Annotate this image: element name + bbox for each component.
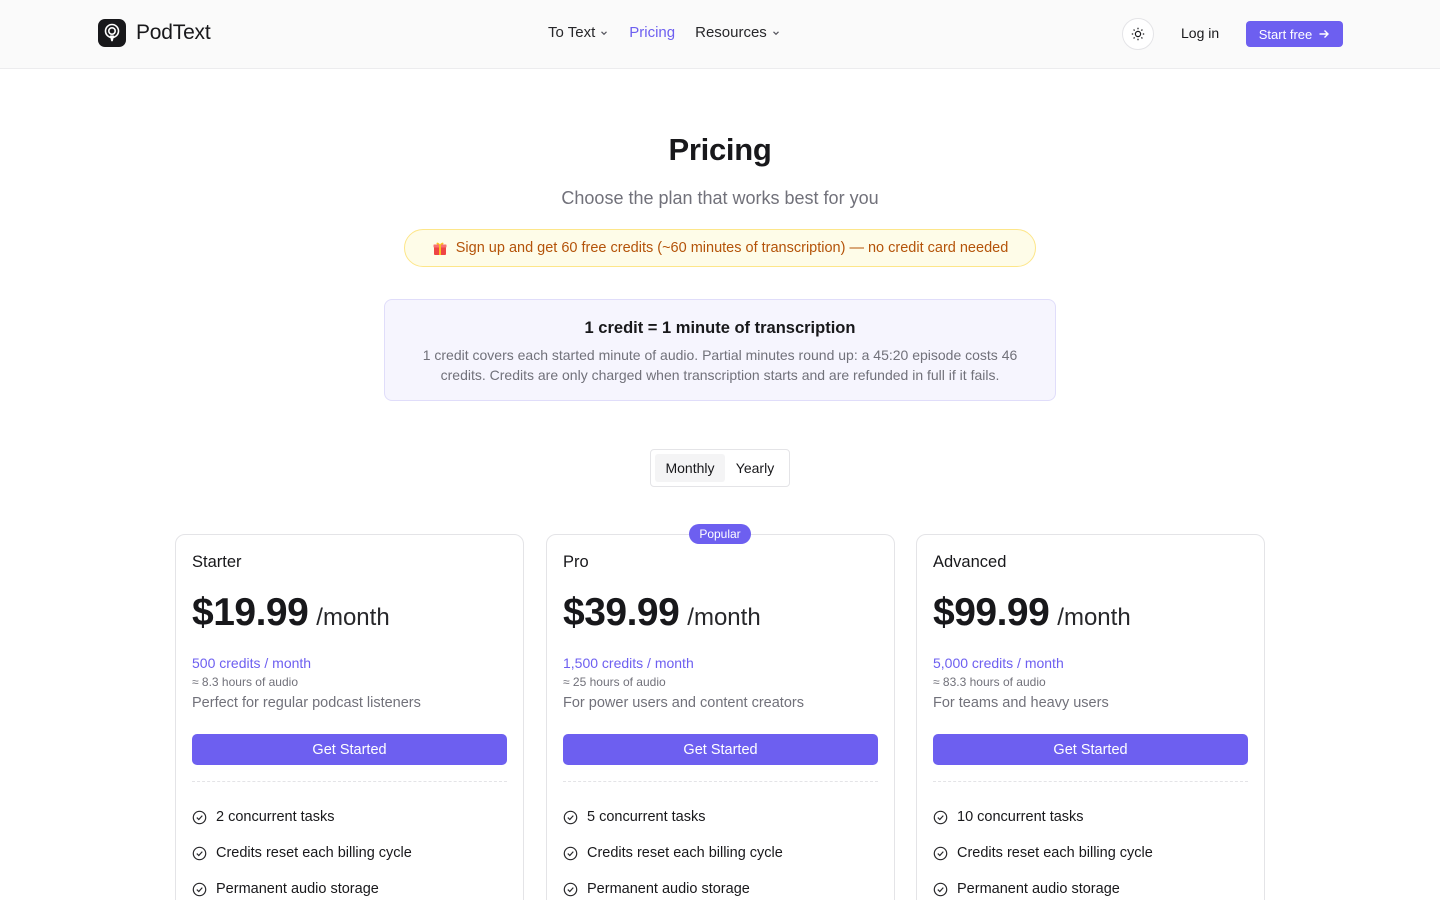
plan-price-row: $99.99 /month <box>933 591 1131 635</box>
feature-item: 2 concurrent tasks <box>192 799 507 835</box>
plan-description: Perfect for regular podcast listeners <box>192 695 421 711</box>
feature-text: Permanent audio storage <box>587 881 750 897</box>
brand-name: PodText <box>136 21 211 44</box>
feature-list: 5 concurrent tasks Credits reset each bi… <box>563 799 878 900</box>
feature-item: Permanent audio storage <box>563 871 878 900</box>
plan-period: /month <box>316 604 390 631</box>
plan-name: Starter <box>192 553 242 571</box>
arrow-right-icon <box>1319 30 1330 38</box>
check-circle-icon <box>933 882 948 897</box>
plan-credits: 1,500 credits / month <box>563 655 694 671</box>
page-subtitle: Choose the plan that works best for you <box>561 188 879 208</box>
feature-item: 5 concurrent tasks <box>563 799 878 835</box>
divider <box>933 781 1248 782</box>
plan-period: /month <box>687 604 761 631</box>
login-link[interactable]: Log in <box>1181 25 1219 41</box>
check-circle-icon <box>933 810 948 825</box>
feature-list: 2 concurrent tasks Credits reset each bi… <box>192 799 507 900</box>
site-header: PodText To Text Pricing Resources Log in… <box>0 0 1440 69</box>
feature-item: Credits reset each billing cycle <box>563 835 878 871</box>
feature-text: Credits reset each billing cycle <box>587 845 783 861</box>
get-started-button[interactable]: Get Started <box>933 734 1248 765</box>
plan-card-advanced: Advanced $99.99 /month 5,000 credits / m… <box>916 534 1265 900</box>
plan-card-starter: Starter $19.99 /month 500 credits / mont… <box>175 534 524 900</box>
popular-badge: Popular <box>689 524 751 544</box>
feature-text: Credits reset each billing cycle <box>957 845 1153 861</box>
feature-item: 10 concurrent tasks <box>933 799 1248 835</box>
nav-label: To Text <box>548 24 596 41</box>
check-circle-icon <box>192 882 207 897</box>
plan-price: $39.99 <box>563 591 680 634</box>
nav-item-to-text[interactable]: To Text <box>548 24 609 41</box>
plan-credits: 500 credits / month <box>192 655 312 671</box>
plan-price: $19.99 <box>192 591 309 634</box>
free-credits-banner: Sign up and get 60 free credits (~60 min… <box>404 229 1036 267</box>
check-circle-icon <box>933 846 948 861</box>
check-circle-icon <box>563 882 578 897</box>
chevron-down-icon <box>772 30 779 35</box>
plan-description: For power users and content creators <box>563 695 804 711</box>
sun-icon <box>1131 27 1145 41</box>
plan-price-row: $39.99 /month <box>563 591 761 635</box>
nav-label: Pricing <box>629 24 676 41</box>
billing-option-monthly[interactable]: Monthly <box>655 454 725 482</box>
credit-explainer: 1 credit = 1 minute of transcription 1 c… <box>384 299 1056 401</box>
start-free-button[interactable]: Start free <box>1246 21 1343 47</box>
plan-hours: ≈ 25 hours of audio <box>563 675 666 689</box>
theme-toggle-button[interactable] <box>1122 18 1154 50</box>
chevron-down-icon <box>601 30 608 35</box>
plan-credits: 5,000 credits / month <box>933 655 1064 671</box>
brand-logo-link[interactable]: PodText <box>98 19 211 47</box>
feature-text: Permanent audio storage <box>216 881 379 897</box>
promo-text: Sign up and get 60 free credits (~60 min… <box>455 240 1009 256</box>
plan-description: For teams and heavy users <box>933 695 1109 711</box>
plan-period: /month <box>1057 604 1131 631</box>
feature-text: Permanent audio storage <box>957 881 1120 897</box>
plan-price: $99.99 <box>933 591 1050 634</box>
gift-icon <box>432 240 448 256</box>
credit-explainer-description: 1 credit covers each started minute of a… <box>422 347 1018 383</box>
podcast-logo-icon <box>98 19 126 47</box>
billing-period-toggle: Monthly Yearly <box>650 449 790 487</box>
get-started-button[interactable]: Get Started <box>192 734 507 765</box>
plan-card-pro: Pro $39.99 /month 1,500 credits / month … <box>546 534 895 900</box>
feature-item: Permanent audio storage <box>192 871 507 900</box>
check-circle-icon <box>192 810 207 825</box>
feature-item: Credits reset each billing cycle <box>933 835 1248 871</box>
check-circle-icon <box>192 846 207 861</box>
nav-label: Resources <box>695 24 767 41</box>
plan-name: Advanced <box>933 553 1007 571</box>
plan-hours: ≈ 8.3 hours of audio <box>192 675 298 689</box>
nav-item-pricing[interactable]: Pricing <box>629 24 675 41</box>
check-circle-icon <box>563 846 578 861</box>
feature-list: 10 concurrent tasks Credits reset each b… <box>933 799 1248 900</box>
divider <box>563 781 878 782</box>
main-nav: To Text Pricing Resources <box>548 24 781 41</box>
start-free-label: Start free <box>1258 26 1313 42</box>
billing-option-yearly[interactable]: Yearly <box>725 454 785 482</box>
plan-price-row: $19.99 /month <box>192 591 390 635</box>
feature-item: Credits reset each billing cycle <box>192 835 507 871</box>
get-started-button[interactable]: Get Started <box>563 734 878 765</box>
feature-item: Permanent audio storage <box>933 871 1248 900</box>
plan-name: Pro <box>563 553 589 571</box>
nav-item-resources[interactable]: Resources <box>695 24 781 41</box>
plan-hours: ≈ 83.3 hours of audio <box>933 675 1046 689</box>
feature-text: 10 concurrent tasks <box>957 809 1084 825</box>
divider <box>192 781 507 782</box>
feature-text: Credits reset each billing cycle <box>216 845 412 861</box>
page-title: Pricing <box>668 132 772 167</box>
check-circle-icon <box>563 810 578 825</box>
feature-text: 2 concurrent tasks <box>216 809 335 825</box>
feature-text: 5 concurrent tasks <box>587 809 706 825</box>
credit-explainer-title: 1 credit = 1 minute of transcription <box>584 319 856 337</box>
